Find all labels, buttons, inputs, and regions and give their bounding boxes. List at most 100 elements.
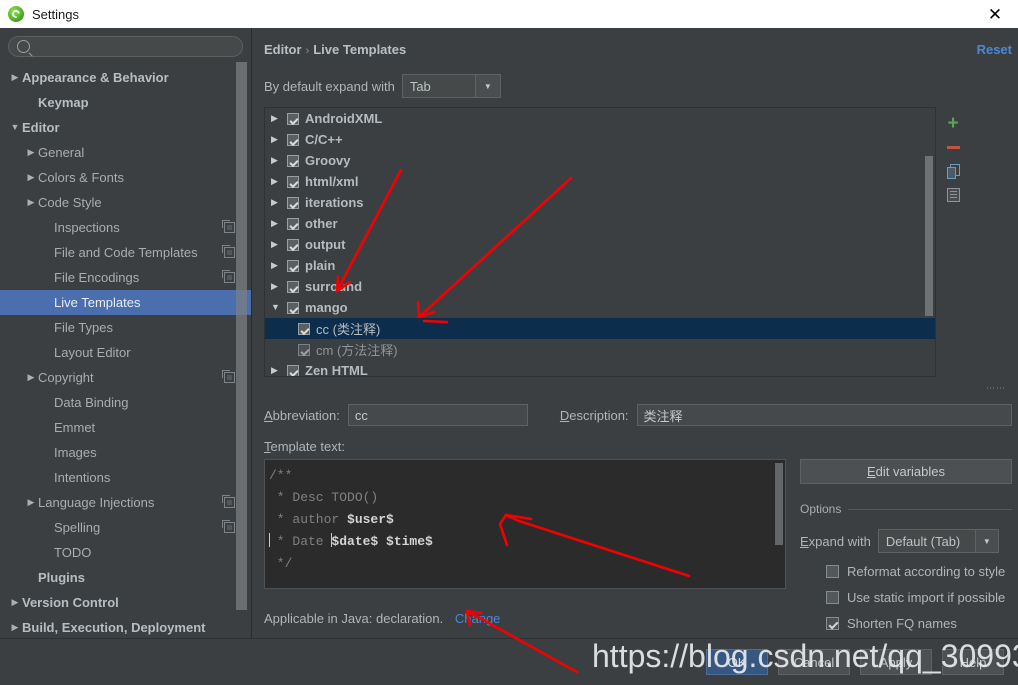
- expand-with-select[interactable]: Default (Tab) ▼: [877, 529, 999, 553]
- option-checkbox-row[interactable]: Shorten FQ names: [800, 616, 1012, 631]
- search-box[interactable]: [8, 36, 243, 57]
- chevron-right-icon[interactable]: ▶: [24, 173, 38, 182]
- template-enabled-checkbox[interactable]: [287, 112, 299, 125]
- template-enabled-checkbox[interactable]: [287, 259, 299, 272]
- description-input[interactable]: 类注释: [636, 404, 1012, 426]
- search-input[interactable]: [35, 38, 234, 55]
- chevron-down-icon[interactable]: ▼: [271, 303, 287, 312]
- template-group-button[interactable]: [942, 183, 964, 207]
- resize-grip-icon[interactable]: ⋯⋯: [986, 383, 1006, 394]
- template-enabled-checkbox[interactable]: [287, 280, 299, 293]
- chevron-right-icon[interactable]: ▶: [24, 373, 38, 382]
- sidebar-item-general[interactable]: ▶ General: [0, 140, 251, 165]
- option-checkbox-label: Reformat according to style: [847, 564, 1006, 579]
- sidebar-item-data-binding[interactable]: ▶Data Binding: [0, 390, 251, 415]
- chevron-right-icon[interactable]: ▶: [271, 261, 287, 270]
- sidebar-item-version-control[interactable]: ▶ Version Control: [0, 590, 251, 615]
- template-tree-row[interactable]: ▶ other: [265, 213, 935, 234]
- chevron-right-icon[interactable]: ▶: [271, 282, 287, 291]
- chevron-right-icon[interactable]: ▶: [271, 198, 287, 207]
- sidebar-scrollbar-thumb[interactable]: [236, 62, 247, 610]
- chevron-right-icon[interactable]: ▶: [271, 135, 287, 144]
- chevron-right-icon[interactable]: ▶: [271, 156, 287, 165]
- template-enabled-checkbox[interactable]: [298, 343, 310, 356]
- option-checkbox[interactable]: [826, 617, 839, 630]
- sidebar-item-layout-editor[interactable]: ▶Layout Editor: [0, 340, 251, 365]
- template-tree-row[interactable]: ▼ mango: [265, 297, 935, 318]
- default-expand-select[interactable]: Tab ▼: [401, 74, 501, 98]
- chevron-right-icon[interactable]: ▶: [8, 73, 22, 82]
- template-tree-row[interactable]: cc (类注释): [265, 318, 935, 339]
- template-tree-row[interactable]: ▶ surround: [265, 276, 935, 297]
- template-tree-row[interactable]: cm (方法注释): [265, 339, 935, 360]
- template-text-editor[interactable]: /** * Desc TODO() * author $user$ * Date…: [264, 459, 786, 589]
- sidebar-item-editor[interactable]: ▼ Editor: [0, 115, 251, 140]
- template-tree-row[interactable]: ▶ Zen HTML: [265, 360, 935, 376]
- close-icon[interactable]: ✕: [972, 0, 1018, 28]
- option-checkbox[interactable]: [826, 591, 839, 604]
- sidebar-item-spelling[interactable]: ▶Spelling: [0, 515, 251, 540]
- sidebar-item-emmet[interactable]: ▶Emmet: [0, 415, 251, 440]
- chevron-down-icon[interactable]: ▼: [474, 75, 500, 97]
- sidebar-item-copyright[interactable]: ▶ Copyright: [0, 365, 251, 390]
- chevron-right-icon[interactable]: ▶: [8, 598, 22, 607]
- chevron-right-icon[interactable]: ▶: [271, 219, 287, 228]
- chevron-down-icon[interactable]: ▼: [974, 530, 998, 552]
- chevron-right-icon[interactable]: ▶: [24, 498, 38, 507]
- abbreviation-input[interactable]: cc: [347, 404, 528, 426]
- option-checkbox[interactable]: [826, 565, 839, 578]
- template-tree-row[interactable]: ▶ C/C++: [265, 129, 935, 150]
- reset-link[interactable]: Reset: [977, 42, 1012, 57]
- template-enabled-checkbox[interactable]: [287, 301, 299, 314]
- sidebar-item-file-encodings[interactable]: ▶File Encodings: [0, 265, 251, 290]
- chevron-right-icon[interactable]: ▶: [271, 366, 287, 375]
- chevron-right-icon[interactable]: ▶: [271, 177, 287, 186]
- template-enabled-checkbox[interactable]: [287, 217, 299, 230]
- breadcrumb-parent[interactable]: Editor: [264, 42, 302, 57]
- remove-template-button[interactable]: [942, 135, 964, 159]
- option-checkbox-row[interactable]: Reformat according to style: [800, 564, 1012, 579]
- sidebar-item-intentions[interactable]: ▶Intentions: [0, 465, 251, 490]
- sidebar-scrollbar[interactable]: [236, 62, 247, 630]
- sidebar-item-file-and-code-templates[interactable]: ▶File and Code Templates: [0, 240, 251, 265]
- chevron-right-icon[interactable]: ▶: [24, 148, 38, 157]
- template-tree-row[interactable]: ▶ Groovy: [265, 150, 935, 171]
- sidebar-item-appearance-behavior[interactable]: ▶ Appearance & Behavior: [0, 65, 251, 90]
- template-tree-row[interactable]: ▶ AndroidXML: [265, 108, 935, 129]
- option-checkbox-row[interactable]: Use static import if possible: [800, 590, 1012, 605]
- template-tree-row[interactable]: ▶ html/xml: [265, 171, 935, 192]
- template-tree-row[interactable]: ▶ plain: [265, 255, 935, 276]
- template-enabled-checkbox[interactable]: [287, 133, 299, 146]
- sidebar-item-colors-fonts[interactable]: ▶ Colors & Fonts: [0, 165, 251, 190]
- sidebar-item-file-types[interactable]: ▶File Types: [0, 315, 251, 340]
- sidebar-item-language-injections[interactable]: ▶ Language Injections: [0, 490, 251, 515]
- template-enabled-checkbox[interactable]: [287, 364, 299, 376]
- sidebar-item-todo[interactable]: ▶TODO: [0, 540, 251, 565]
- sidebar-item-live-templates[interactable]: ▶Live Templates: [0, 290, 251, 315]
- template-enabled-checkbox[interactable]: [287, 238, 299, 251]
- sidebar-item-code-style[interactable]: ▶ Code Style: [0, 190, 251, 215]
- sidebar-item-plugins[interactable]: ▶Plugins: [0, 565, 251, 590]
- edit-variables-button[interactable]: Edit variables: [800, 459, 1012, 484]
- add-template-button[interactable]: +: [942, 111, 964, 135]
- template-enabled-checkbox[interactable]: [287, 196, 299, 209]
- sidebar-item-images[interactable]: ▶Images: [0, 440, 251, 465]
- template-enabled-checkbox[interactable]: [287, 175, 299, 188]
- chevron-right-icon[interactable]: ▶: [24, 198, 38, 207]
- chevron-down-icon[interactable]: ▼: [8, 123, 22, 132]
- duplicate-template-button[interactable]: [942, 159, 964, 183]
- template-enabled-checkbox[interactable]: [287, 154, 299, 167]
- expand-with-value: Default (Tab): [885, 533, 961, 549]
- chevron-right-icon[interactable]: ▶: [8, 623, 22, 632]
- template-tree-row[interactable]: ▶ output: [265, 234, 935, 255]
- sidebar-item-build-execution-deployment[interactable]: ▶ Build, Execution, Deployment: [0, 615, 251, 640]
- chevron-right-icon[interactable]: ▶: [271, 114, 287, 123]
- template-tree-row[interactable]: ▶ iterations: [265, 192, 935, 213]
- template-enabled-checkbox[interactable]: [298, 322, 310, 335]
- editor-scrollbar-thumb[interactable]: [775, 463, 783, 545]
- template-tree-scrollbar-thumb[interactable]: [925, 156, 933, 316]
- sidebar-item-inspections[interactable]: ▶Inspections: [0, 215, 251, 240]
- sidebar-item-keymap[interactable]: ▶Keymap: [0, 90, 251, 115]
- chevron-right-icon[interactable]: ▶: [271, 240, 287, 249]
- change-link[interactable]: Change: [455, 611, 501, 626]
